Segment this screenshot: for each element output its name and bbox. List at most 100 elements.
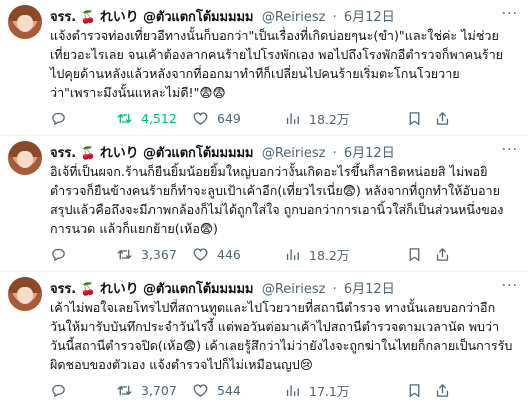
views-button[interactable]: 17.1万 (284, 380, 349, 400)
tweet-date[interactable]: 6月12日 (344, 10, 395, 25)
tweet-text: แจ้งตำรวจท่องเที่ยวอีทางนั้นก็บอกว่า"เป็… (50, 26, 520, 102)
author-name[interactable]: จรร. 🍒 れいり @ตัวแตกโต้มมมมม (50, 10, 258, 25)
author-name-prefix: จรร. (50, 10, 77, 25)
reply-icon (52, 248, 65, 261)
reply-button[interactable] (50, 244, 75, 264)
tweet[interactable]: จรร. 🍒 れいり @ตัวแตกโต้มมมมม @Reiriesz · 6… (0, 136, 528, 272)
author-name-mid: れいり (99, 10, 139, 25)
author-name-prefix: จรร. (50, 146, 77, 161)
tweet-text-line: ไปคุยด้านหลังแล้วหลังจากที่ออกมาทำทีก็เป… (50, 66, 460, 81)
reply-icon (52, 112, 65, 125)
retweet-icon (117, 113, 132, 123)
retweet-count: 3,707 (141, 382, 177, 398)
retweet-count: 4,512 (141, 110, 177, 126)
avatar[interactable] (8, 277, 42, 311)
tweet-text-line: สรุปแล้วคือถึงจะมีภาพกล้องก็ไม่ได้ถูกใส่… (50, 202, 504, 217)
retweet-button[interactable]: 4,512 (116, 108, 177, 128)
retweet-button[interactable]: 3,707 (116, 380, 177, 400)
heart-icon (193, 247, 208, 261)
views-icon (286, 249, 299, 260)
author-name-mid: れいり (99, 282, 139, 297)
retweet-button[interactable]: 3,367 (116, 244, 177, 264)
author-name[interactable]: จรร. 🍒 れいり @ตัวแตกโต้มมมมม (50, 146, 258, 161)
tweet[interactable]: จรร. 🍒 れいり @ตัวแตกโต้มมมมม @Reiriesz · 6… (0, 272, 528, 408)
retweet-icon (117, 385, 132, 395)
like-count: 649 (217, 110, 241, 126)
separator-dot: · (332, 282, 337, 297)
view-count: 17.1万 (309, 383, 350, 399)
separator-dot: · (332, 146, 337, 161)
author-name-suffix: @ตัวแตกโต้มมมมม (142, 146, 254, 161)
like-count: 446 (217, 246, 241, 262)
views-button[interactable]: 18.2万 (284, 244, 349, 264)
tweet-text: เค้าไม่พอใจเลยโทรไปที่สถานทูตและไปโวยวาย… (50, 298, 520, 374)
share-button[interactable] (434, 108, 451, 128)
more-icon[interactable]: ··· (502, 6, 518, 22)
tweet-date[interactable]: 6月12日 (344, 146, 395, 161)
author-name[interactable]: จรร. 🍒 れいり @ตัวแตกโต้มมมมม (50, 282, 258, 297)
retweet-count: 3,367 (141, 246, 177, 262)
view-count: 18.2万 (309, 247, 350, 263)
views-icon (286, 113, 299, 124)
bookmark-button[interactable] (406, 244, 423, 264)
author-handle[interactable]: @Reiriesz (262, 282, 326, 297)
tweet-text-line: เที่ยวอะไรเลย จนเค้าต้องลากคนร้ายไปโรงพั… (50, 47, 504, 62)
view-count: 18.2万 (309, 111, 350, 127)
bookmark-icon (409, 111, 420, 125)
retweet-icon (117, 249, 132, 259)
more-icon[interactable]: ··· (502, 142, 518, 158)
cherry-icon: 🍒 (80, 146, 96, 160)
tweet-text-line: เค้าไม่พอใจเลยโทรไปที่สถานทูตและไปโวยวาย… (50, 300, 496, 315)
share-button[interactable] (434, 380, 451, 400)
heart-icon (193, 111, 208, 125)
tweet-date[interactable]: 6月12日 (344, 282, 395, 297)
tweet-text-line: ว่า"เพราะมึงนั้นแหละไม่ดี!"😨😨 (50, 85, 226, 100)
tweet-header: จรร. 🍒 れいり @ตัวแตกโต้มมมมม @Reiriesz · 6… (50, 142, 518, 161)
bookmark-button[interactable] (406, 108, 423, 128)
tweet-text-line: วันนี้สถานีตำรวจปิด(เห้อ😨) เค้าเลยรู้สึก… (50, 338, 513, 353)
avatar[interactable] (8, 5, 42, 39)
tweet-text-line: ผิดชอบของตัวเอง แจ้งตำรวจไปก็ไม่เหมือนญป… (50, 357, 313, 372)
like-button[interactable]: 649 (192, 108, 241, 128)
reply-button[interactable] (50, 380, 75, 400)
author-name-prefix: จรร. (50, 282, 77, 297)
bookmark-button[interactable] (406, 380, 423, 400)
bookmark-icon (409, 383, 420, 397)
reply-button[interactable] (50, 108, 75, 128)
views-icon (286, 385, 299, 396)
tweet-text-line: ตำรวจก็ยืนข้างคนร้ายก็ทำจะลูบเป้าเค้าอีก… (50, 183, 500, 198)
author-handle[interactable]: @Reiriesz (262, 10, 326, 25)
reply-icon (52, 384, 65, 397)
share-icon (436, 247, 449, 261)
views-button[interactable]: 18.2万 (284, 108, 349, 128)
author-handle[interactable]: @Reiriesz (262, 146, 326, 161)
tweet-actions: 3,707 544 17.1万 (50, 380, 520, 400)
tweet-header: จรร. 🍒 れいり @ตัวแตกโต้มมมมม @Reiriesz · 6… (50, 278, 518, 297)
tweet-text: อิเจ้ที่เป็นผจก.ร้านก็ยืนยิ้มน้อยยิ้มใหญ… (50, 162, 520, 238)
share-button[interactable] (434, 244, 451, 264)
share-icon (436, 383, 449, 397)
bookmark-icon (409, 247, 420, 261)
tweet-actions: 4,512 649 18.2万 (50, 108, 520, 128)
cherry-icon: 🍒 (80, 10, 96, 24)
author-name-suffix: @ตัวแตกโต้มมมมม (142, 282, 254, 297)
author-name-mid: れいり (99, 146, 139, 161)
heart-icon (193, 383, 208, 397)
like-button[interactable]: 544 (192, 380, 241, 400)
tweet-text-line: แจ้งตำรวจท่องเที่ยวอีทางนั้นก็บอกว่า"เป็… (50, 28, 499, 43)
tweet-text-line: วันให้มารับบันทึกประจำวันไรงี้ แต่พอวันต… (50, 319, 500, 334)
tweet-header: จรร. 🍒 れいり @ตัวแตกโต้มมมมม @Reiriesz · 6… (50, 6, 518, 25)
like-count: 544 (217, 382, 241, 398)
tweet-text-line: อิเจ้ที่เป็นผจก.ร้านก็ยืนยิ้มน้อยยิ้มใหญ… (50, 164, 488, 179)
share-icon (436, 111, 449, 125)
like-button[interactable]: 446 (192, 244, 241, 264)
avatar[interactable] (8, 141, 42, 175)
author-name-suffix: @ตัวแตกโต้มมมมม (142, 10, 254, 25)
tweet-actions: 3,367 446 18.2万 (50, 244, 520, 264)
tweet[interactable]: จรร. 🍒 れいり @ตัวแตกโต้มมมมม @Reiriesz · 6… (0, 0, 528, 136)
more-icon[interactable]: ··· (502, 278, 518, 294)
timeline: จรร. 🍒 れいり @ตัวแตกโต้มมมมม @Reiriesz · 6… (0, 0, 528, 408)
cherry-icon: 🍒 (80, 282, 96, 296)
tweet-text-line: การนวด แล้วก็แยกย้าย(เห้อ😨) (50, 221, 218, 236)
separator-dot: · (332, 10, 337, 25)
